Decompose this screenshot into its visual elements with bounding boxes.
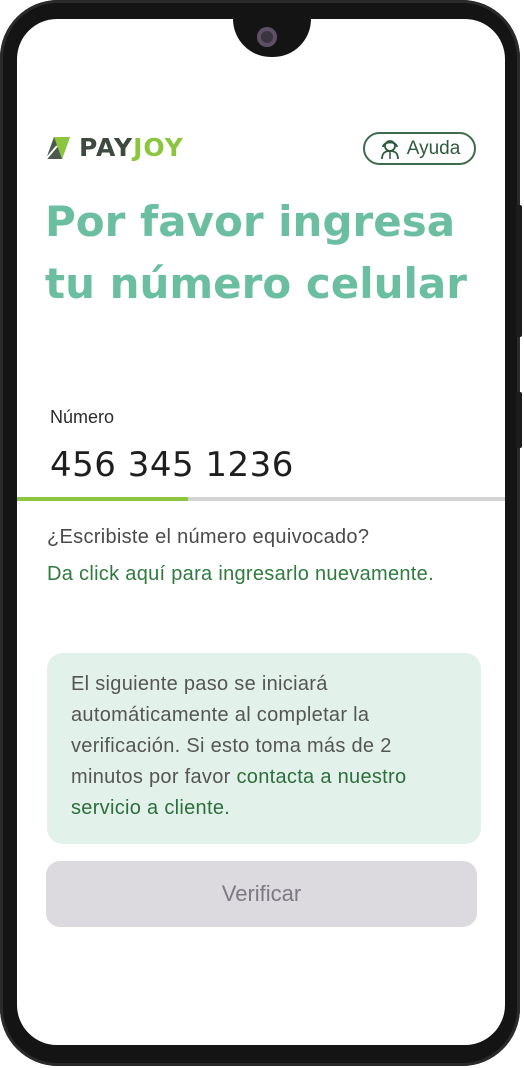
- reenter-number-link[interactable]: Da click aquí para ingresarlo nuevamente…: [47, 558, 447, 590]
- input-progress-underline: [17, 497, 505, 501]
- logo-text-pay: PAY: [79, 133, 134, 162]
- leaf-logo-icon: [45, 136, 70, 160]
- phone-number-input[interactable]: [50, 445, 490, 485]
- input-progress-fill: [17, 497, 188, 501]
- title-line-1: Por favor ingresa: [45, 197, 456, 246]
- info-box: El siguiente paso se iniciará automática…: [47, 653, 481, 844]
- help-button[interactable]: Ayuda: [363, 132, 476, 165]
- phone-screen: PAYJOY Ayuda Por favor ingresa tu número…: [17, 19, 505, 1045]
- power-button: [516, 392, 522, 448]
- front-camera-icon: [257, 27, 277, 47]
- wrong-number-question: ¿Escribiste el número equivocado?: [47, 526, 370, 548]
- phone-field-label: Número: [50, 407, 115, 427]
- page-title: Por favor ingresa tu número celular: [45, 191, 485, 315]
- notch: [233, 19, 311, 57]
- verify-button[interactable]: Verificar: [46, 861, 477, 927]
- volume-button: [516, 205, 522, 337]
- logo-text-joy: JOY: [133, 133, 184, 162]
- help-label: Ayuda: [406, 137, 461, 159]
- payjoy-logo: PAYJOY: [43, 133, 184, 162]
- support-agent-icon: [380, 139, 399, 159]
- title-line-2: tu número celular: [45, 259, 467, 308]
